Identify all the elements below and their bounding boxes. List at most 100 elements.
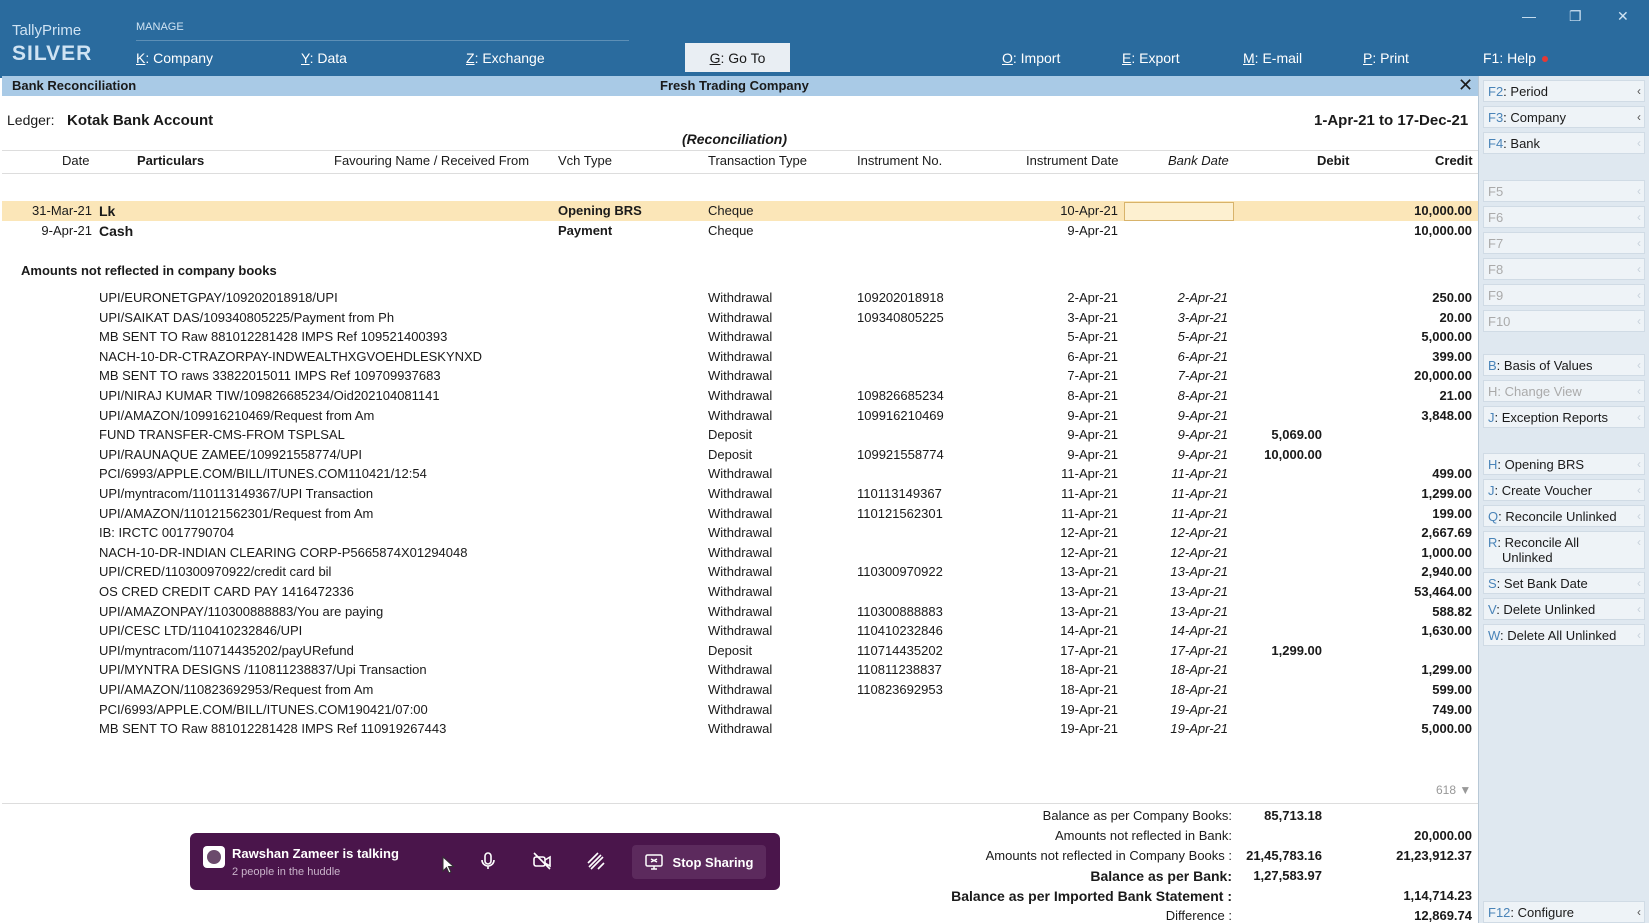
entry-bank-date: 13-Apr-21: [1170, 564, 1228, 579]
table-row[interactable]: UPI/MYNTRA DESIGNS /110811238837/Upi Tra…: [2, 660, 1478, 680]
entry-instrument-date: 9-Apr-21: [1067, 447, 1118, 462]
sidebar-item-deleteallunlinked[interactable]: W: Delete All Unlinked ‹: [1483, 624, 1645, 646]
voucher-row[interactable]: 31-Mar-21 Lk Opening BRS Cheque 10-Apr-2…: [2, 201, 1478, 221]
microphone-icon[interactable]: [476, 849, 500, 873]
entry-particulars: UPI/NIRAJ KUMAR TIW/109826685234/Oid2021…: [99, 388, 440, 403]
table-row[interactable]: NACH-10-DR-CTRAZORPAY-INDWEALTHXGVOEHDLE…: [2, 347, 1478, 367]
table-row[interactable]: OS CRED CREDIT CARD PAY 1416472336 Withdr…: [2, 582, 1478, 602]
table-row[interactable]: NACH-10-DR-INDIAN CLEARING CORP-P5665874…: [2, 543, 1478, 563]
sidebar-item-reconcileall[interactable]: R: Reconcile All Unlinked ‹: [1483, 531, 1645, 569]
entry-particulars: UPI/EURONETGPAY/109202018918/UPI: [99, 290, 338, 305]
table-row[interactable]: UPI/NIRAJ KUMAR TIW/109826685234/Oid2021…: [2, 386, 1478, 406]
summary-debit: 21,45,783.16: [1246, 848, 1322, 863]
entry-txn-type: Deposit: [708, 643, 753, 658]
sidebar-fkey: F8 ‹: [1483, 258, 1645, 280]
bank-date-input[interactable]: [1124, 202, 1234, 221]
video-off-icon[interactable]: [530, 849, 554, 873]
entry-bank-date: 19-Apr-21: [1170, 702, 1228, 717]
entry-credit: 2,940.00: [1421, 564, 1472, 579]
table-row[interactable]: UPI/AMAZON/109916210469/Request from Am W…: [2, 406, 1478, 426]
entry-instrument-date: 3-Apr-21: [1067, 310, 1118, 325]
entry-bank-date: 8-Apr-21: [1177, 388, 1228, 403]
menu-help[interactable]: F1: Help: [1483, 50, 1548, 66]
entry-txn-type: Withdrawal: [708, 368, 773, 383]
entry-instrument-date: 12-Apr-21: [1060, 545, 1118, 560]
sidebar-item-createvoucher[interactable]: J: Create Voucher ‹: [1483, 479, 1645, 501]
entry-credit: 21.00: [1439, 388, 1472, 403]
stop-sharing-button[interactable]: Stop Sharing: [632, 845, 766, 879]
voucher-row[interactable]: 9-Apr-21 Cash Payment Cheque 9-Apr-21 10…: [2, 221, 1478, 241]
entry-instrument-no: 110113149367: [857, 486, 942, 501]
table-row[interactable]: UPI/AMAZON/110121562301/Request from Am W…: [2, 504, 1478, 524]
menu-export[interactable]: E: Export: [1122, 50, 1180, 66]
sidebar-item-period[interactable]: F2: Period ‹: [1483, 80, 1645, 102]
entry-instrument-date: 11-Apr-21: [1061, 506, 1118, 521]
table-row[interactable]: PCI/6993/APPLE.COM/BILL/ITUNES.COM110421…: [2, 464, 1478, 484]
sidebar-item-setbankdate[interactable]: S: Set Bank Date ‹: [1483, 572, 1645, 594]
table-row[interactable]: UPI/RAUNAQUE ZAMEE/109921558774/UPI Depos…: [2, 445, 1478, 465]
menu-goto[interactable]: G: Go To: [685, 43, 790, 72]
entry-instrument-date: 9-Apr-21: [1067, 408, 1118, 423]
sidebar-item-company[interactable]: F3: Company ‹: [1483, 106, 1645, 128]
entry-credit: 53,464.00: [1414, 584, 1472, 599]
entry-credit: 1,000.00: [1421, 545, 1472, 560]
entry-particulars: NACH-10-DR-INDIAN CLEARING CORP-P5665874…: [99, 545, 468, 560]
menu-print[interactable]: P: Print: [1363, 50, 1409, 66]
menu-email[interactable]: M: E-mail: [1243, 50, 1302, 66]
ledger-name: Kotak Bank Account: [67, 112, 214, 129]
huddle-subtitle: 2 people in the huddle: [232, 866, 341, 878]
entry-credit: 20.00: [1439, 310, 1472, 325]
table-row[interactable]: MB SENT TO Raw 881012281428 IMPS Ref 110…: [2, 719, 1478, 739]
menu-company[interactable]: K: Company: [136, 50, 213, 66]
voucher-txn-type: Cheque: [708, 223, 754, 238]
entry-txn-type: Withdrawal: [708, 349, 773, 364]
entry-particulars: UPI/myntracom/110714435202/payURefund: [99, 643, 354, 658]
sidebar-item-reconcileunlinked[interactable]: Q: Reconcile Unlinked ‹: [1483, 505, 1645, 527]
entry-instrument-date: 7-Apr-21: [1067, 368, 1118, 383]
table-row[interactable]: PCI/6993/APPLE.COM/BILL/ITUNES.COM190421…: [2, 700, 1478, 720]
scroll-indicator[interactable]: 618 ▼: [1436, 783, 1471, 797]
entry-txn-type: Withdrawal: [708, 290, 773, 305]
sidebar-item-bank[interactable]: F4: Bank ‹: [1483, 132, 1645, 154]
entry-instrument-date: 13-Apr-21: [1060, 584, 1118, 599]
screen-draw-icon[interactable]: [584, 849, 608, 873]
menu-exchange[interactable]: Z: Exchange: [466, 50, 545, 66]
sidebar-item-openingbrs[interactable]: H: Opening BRS ‹: [1483, 453, 1645, 475]
summary-label: Amounts not reflected in Company Books :: [985, 848, 1232, 863]
close-report-icon[interactable]: ✕: [1458, 75, 1473, 96]
table-row[interactable]: IB: IRCTC 0017790704 Withdrawal 12-Apr-21 1…: [2, 523, 1478, 543]
entry-instrument-date: 6-Apr-21: [1067, 349, 1118, 364]
entry-particulars: MB SENT TO Raw 881012281428 IMPS Ref 109…: [99, 329, 448, 344]
table-row[interactable]: FUND TRANSFER-CMS-FROM TSPLSAL Deposit 9-A…: [2, 425, 1478, 445]
entry-credit: 1,299.00: [1421, 662, 1472, 677]
entry-particulars: OS CRED CREDIT CARD PAY 1416472336: [99, 584, 354, 599]
menu-import[interactable]: O: Import: [1002, 50, 1060, 66]
entry-instrument-date: 19-Apr-21: [1060, 721, 1118, 736]
table-row[interactable]: MB SENT TO raws 33822015011 IMPS Ref 109…: [2, 366, 1478, 386]
entry-instrument-date: 18-Apr-21: [1060, 682, 1118, 697]
table-row[interactable]: UPI/CESC LTD/110410232846/UPI Withdrawal 1…: [2, 621, 1478, 641]
sidebar-item-basisofvalues[interactable]: B: Basis of Values ‹: [1483, 354, 1645, 376]
table-row[interactable]: UPI/myntracom/110714435202/payURefund Dep…: [2, 641, 1478, 661]
entry-instrument-date: 13-Apr-21: [1060, 604, 1118, 619]
voucher-type: Payment: [558, 223, 613, 238]
menu-data[interactable]: Y: Data: [301, 50, 347, 66]
close-window-icon[interactable]: ✕: [1617, 8, 1629, 25]
table-row[interactable]: UPI/CRED/110300970922/credit card bil Wit…: [2, 562, 1478, 582]
sidebar-item-configure[interactable]: F12: Configure ‹: [1483, 901, 1645, 923]
sidebar-item-deleteunlinked[interactable]: V: Delete Unlinked ‹: [1483, 598, 1645, 620]
restore-icon[interactable]: ❐: [1569, 8, 1582, 25]
table-row[interactable]: UPI/AMAZON/110823692953/Request from Am W…: [2, 680, 1478, 700]
entry-instrument-date: 19-Apr-21: [1060, 702, 1118, 717]
summary-credit: 1,14,714.23: [1403, 888, 1472, 903]
table-row[interactable]: UPI/myntracom/110113149367/UPI Transacti…: [2, 484, 1478, 504]
table-row[interactable]: UPI/AMAZONPAY/110300888883/You are payin…: [2, 602, 1478, 622]
minimize-icon[interactable]: —: [1522, 8, 1536, 24]
table-row[interactable]: UPI/EURONETGPAY/109202018918/UPI Withdraw…: [2, 288, 1478, 308]
voucher-particulars: Lk: [99, 203, 116, 219]
table-row[interactable]: UPI/SAIKAT DAS/109340805225/Payment from…: [2, 308, 1478, 328]
table-row[interactable]: MB SENT TO Raw 881012281428 IMPS Ref 109…: [2, 327, 1478, 347]
sidebar-fkey: F10 ‹: [1483, 310, 1645, 332]
sidebar-item-exceptionreports[interactable]: J: Exception Reports ‹: [1483, 406, 1645, 428]
entry-bank-date: 5-Apr-21: [1177, 329, 1228, 344]
